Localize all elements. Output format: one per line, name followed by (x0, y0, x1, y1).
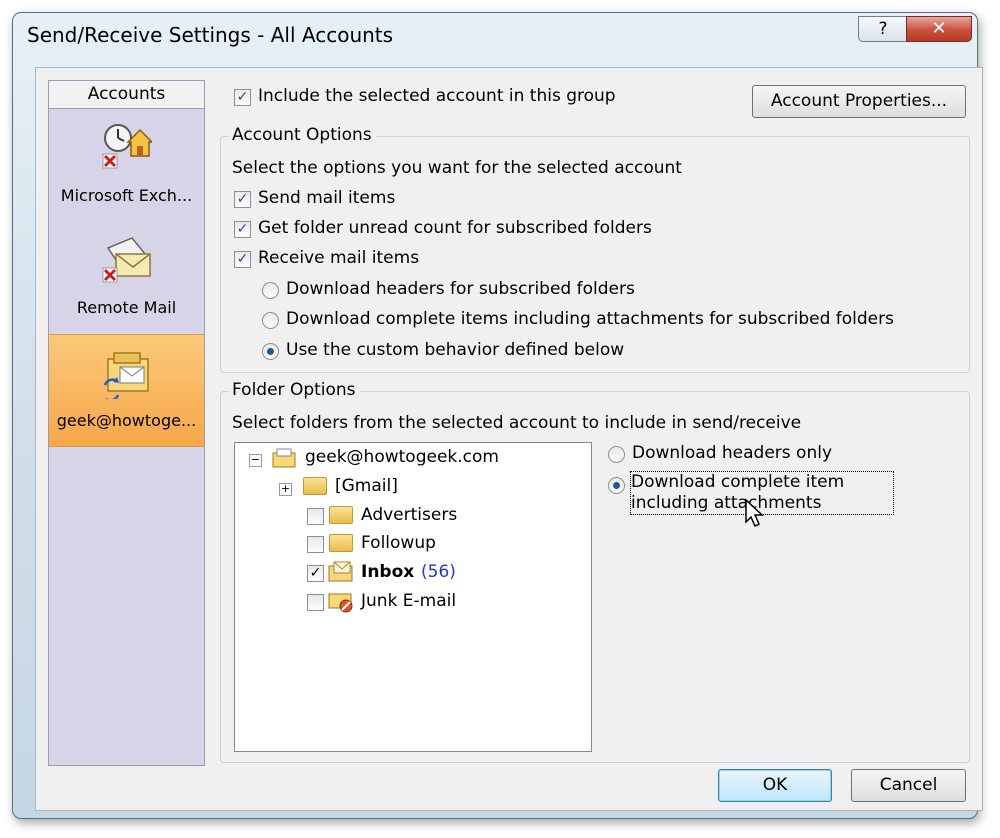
folder-label[interactable]: Advertisers (361, 505, 457, 525)
account-properties-button[interactable]: Account Properties... (752, 85, 966, 118)
tree-gmail-label[interactable]: [Gmail] (335, 476, 398, 496)
folder-options-title: Folder Options (228, 380, 360, 400)
include-account-label: Include the selected account in this gro… (258, 86, 616, 106)
accounts-header: Accounts (49, 81, 204, 109)
dialog-window: Send/Receive Settings - All Accounts ? ✕… (12, 12, 983, 819)
tree-root-label[interactable]: geek@howtogeek.com (305, 447, 499, 467)
dialog-client: Accounts Microsoft Exch... Remote Mail g… (35, 67, 983, 811)
receive-mail-checkbox[interactable]: ✓ (234, 251, 251, 268)
folder-icon (329, 506, 353, 524)
headers-only-radio[interactable] (608, 446, 625, 463)
unread-count-label: Get folder unread count for subscribed f… (258, 218, 652, 238)
folder-label[interactable]: Junk E-mail (361, 591, 456, 611)
account-options-description: Select the options you want for the sele… (232, 158, 682, 178)
download-headers-radio[interactable] (262, 282, 279, 299)
mailbox-icon (272, 448, 296, 468)
account-label: geek@howtoge... (56, 411, 197, 430)
account-options-title: Account Options (228, 125, 376, 145)
folder-checkbox-inbox[interactable]: ✓ (307, 565, 324, 582)
account-item-exchange[interactable]: Microsoft Exch... (49, 110, 204, 221)
folder-label[interactable]: Followup (361, 533, 436, 553)
help-button[interactable]: ? (858, 16, 908, 42)
accounts-list: Accounts Microsoft Exch... Remote Mail g… (48, 80, 205, 766)
custom-behavior-radio[interactable] (262, 343, 279, 360)
ok-button[interactable]: OK (718, 769, 832, 802)
unread-count: (56) (421, 562, 456, 582)
folder-icon (329, 534, 353, 552)
receive-mail-label: Receive mail items (258, 248, 420, 268)
remote-mail-icon (102, 237, 152, 283)
account-item-remote-mail[interactable]: Remote Mail (49, 222, 204, 333)
account-label: Microsoft Exch... (60, 186, 193, 205)
account-item-geek[interactable]: geek@howtoge... (49, 334, 204, 447)
junk-mail-icon (328, 593, 353, 613)
download-complete-radio[interactable] (262, 312, 279, 329)
download-complete-label: Download complete items including attach… (286, 309, 894, 329)
folder-label[interactable]: Inbox (361, 562, 414, 582)
expand-toggle[interactable]: + (279, 483, 292, 496)
send-mail-checkbox[interactable]: ✓ (234, 191, 251, 208)
inbox-icon (328, 561, 353, 582)
imap-account-icon (103, 352, 149, 399)
mouse-cursor-icon (745, 498, 764, 528)
folder-options-description: Select folders from the selected account… (232, 413, 802, 433)
custom-behavior-label: Use the custom behavior defined below (286, 340, 625, 360)
cancel-button[interactable]: Cancel (851, 769, 966, 802)
account-label: Remote Mail (76, 298, 177, 317)
folder-checkbox-advertisers[interactable] (307, 508, 324, 525)
unread-count-checkbox[interactable]: ✓ (234, 221, 251, 238)
folder-tree[interactable]: − geek@howtogeek.com + [Gmail] Advertise… (234, 442, 592, 752)
headers-only-label: Download headers only (632, 443, 833, 463)
folder-checkbox-junk[interactable] (307, 594, 324, 611)
download-headers-label: Download headers for subscribed folders (286, 279, 635, 299)
folder-icon (303, 477, 327, 495)
complete-item-radio[interactable] (608, 477, 625, 494)
include-account-checkbox[interactable]: ✓ (234, 89, 251, 106)
collapse-toggle[interactable]: − (249, 454, 262, 467)
window-title: Send/Receive Settings - All Accounts (27, 23, 394, 47)
exchange-account-icon (102, 124, 152, 169)
folder-checkbox-followup[interactable] (307, 536, 324, 553)
close-button[interactable]: ✕ (906, 16, 972, 42)
send-mail-label: Send mail items (258, 188, 396, 208)
